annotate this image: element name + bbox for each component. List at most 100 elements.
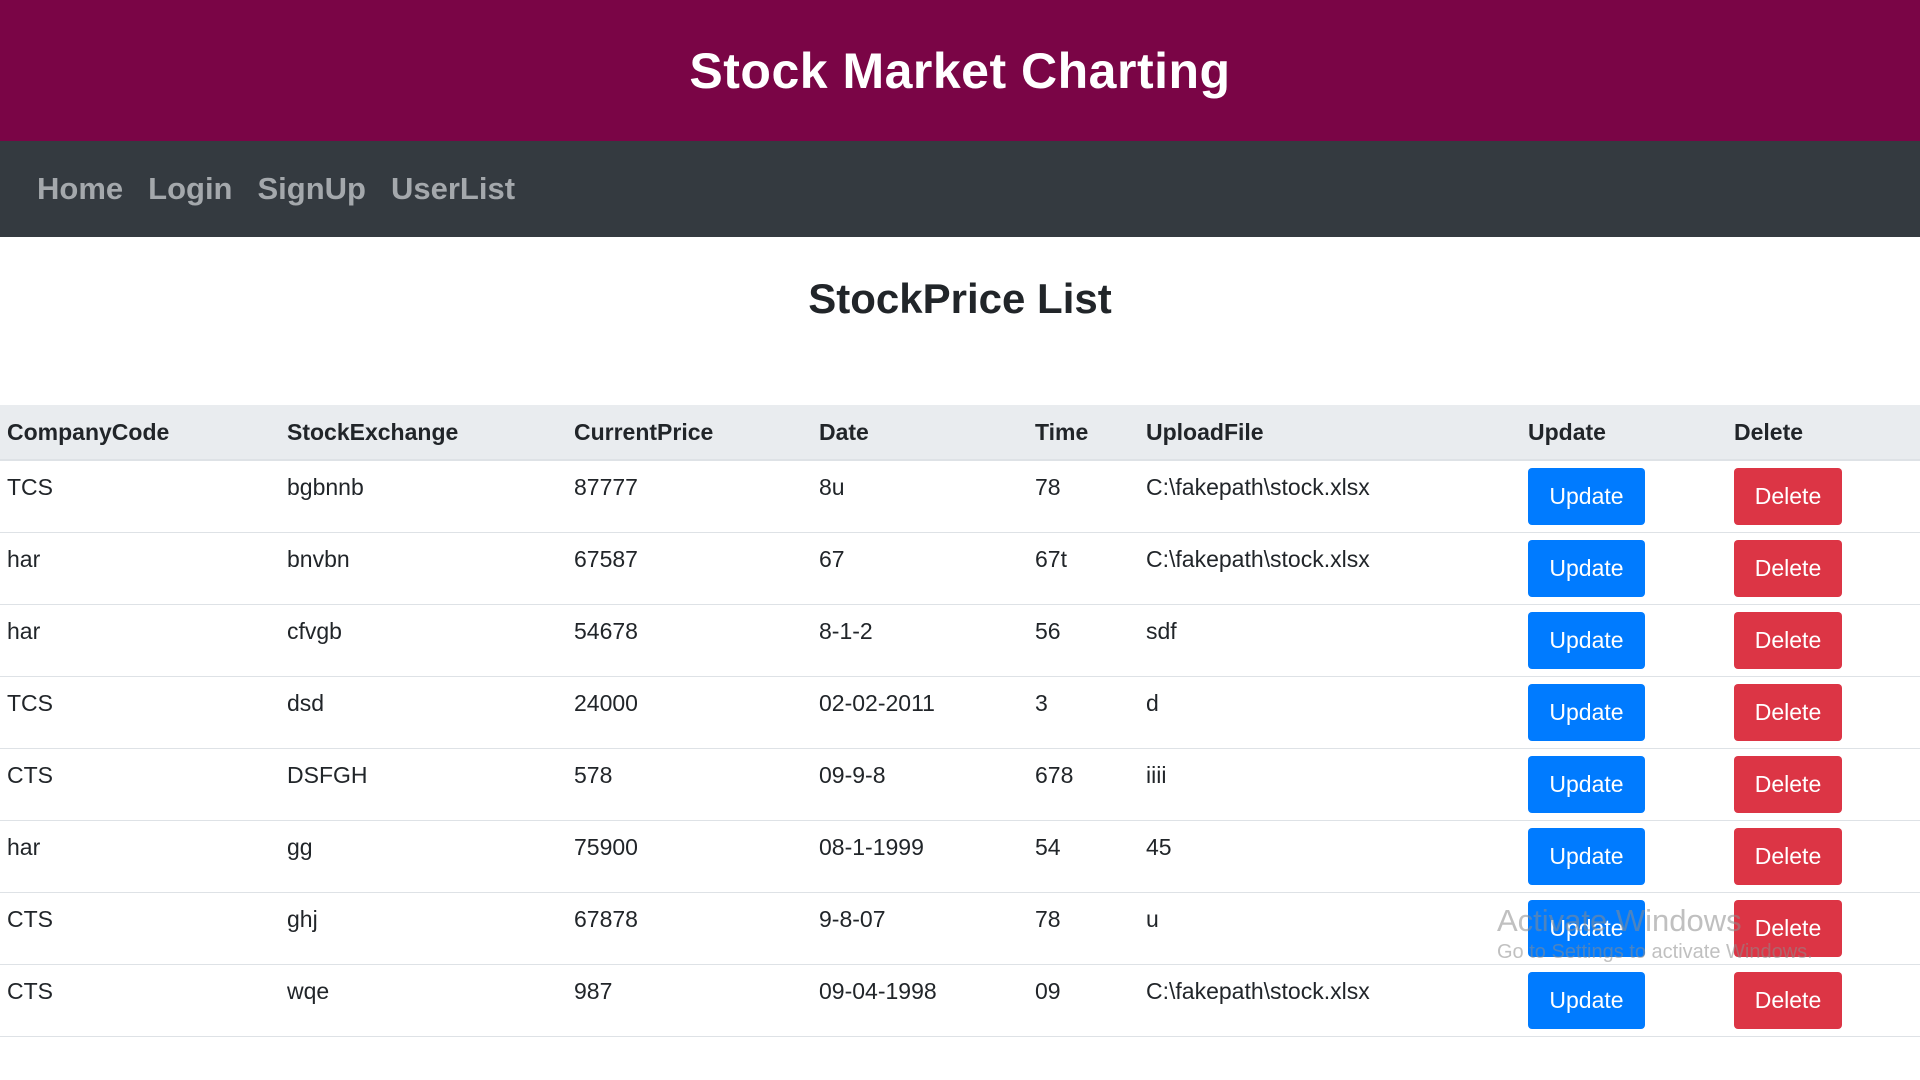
cell-uploadfile: u [1146,905,1159,932]
cell-companycode: TCS [7,474,53,500]
cell-delete: Delete [1727,676,1920,748]
cell-update: Update [1521,820,1727,892]
cell-companycode: CTS [7,905,53,932]
cell-delete: Delete [1727,532,1920,604]
cell-update: Update [1521,748,1727,820]
delete-button[interactable]: Delete [1734,539,1842,597]
cell-companycode: TCS [7,689,53,716]
cell-delete: Delete [1727,892,1920,964]
cell-currentprice: 24000 [574,689,638,716]
cell-delete: Delete [1727,820,1920,892]
nav-userlist[interactable]: UserList [391,171,515,207]
cell-uploadfile: d [1146,689,1159,716]
table-row: CTS DSFGH 578 09-9-8 678 iiii Update Del… [0,748,1920,820]
cell-time: 67t [1035,545,1067,572]
nav-login[interactable]: Login [148,171,232,207]
cell-companycode: CTS [7,977,53,1004]
table-row: har bnvbn 67587 67 67t C:\fakepath\stock… [0,532,1920,604]
cell-date: 09-9-8 [819,761,886,788]
page-title: StockPrice List [808,275,1112,322]
update-button[interactable]: Update [1528,899,1645,957]
cell-delete: Delete [1727,604,1920,676]
cell-time: 78 [1035,905,1061,932]
cell-time: 54 [1035,833,1061,860]
cell-delete: Delete [1727,748,1920,820]
update-button[interactable]: Update [1528,827,1645,885]
cell-time: 678 [1035,761,1074,788]
column-header-uploadfile: UploadFile [1139,405,1521,461]
cell-uploadfile: C:\fakepath\stock.xlsx [1146,545,1370,572]
table-header-row: CompanyCode StockExchange CurrentPrice D… [0,405,1920,461]
table-body: TCS bgbnnb 87777 8u 78 C:\fakepath\stock… [0,460,1920,1036]
column-header-currentprice: CurrentPrice [567,405,812,461]
cell-stockexchange: bnvbn [287,545,350,572]
cell-date: 9-8-07 [819,905,886,932]
delete-button[interactable]: Delete [1734,971,1842,1029]
cell-currentprice: 987 [574,977,613,1004]
update-button[interactable]: Update [1528,611,1645,669]
cell-time: 78 [1035,474,1061,500]
cell-stockexchange: DSFGH [287,761,368,788]
cell-time: 3 [1035,689,1048,716]
cell-delete: Delete [1727,964,1920,1036]
cell-currentprice: 54678 [574,617,638,644]
table-row: CTS ghj 67878 9-8-07 78 u Update Delete [0,892,1920,964]
cell-currentprice: 578 [574,761,613,788]
update-button[interactable]: Update [1528,539,1645,597]
cell-time: 09 [1035,977,1061,1004]
cell-update: Update [1521,676,1727,748]
cell-delete: Delete [1727,460,1920,532]
stockprice-table-container: CompanyCode StockExchange CurrentPrice D… [0,405,1920,1037]
table-row: TCS bgbnnb 87777 8u 78 C:\fakepath\stock… [0,460,1920,532]
app-title: Stock Market Charting [689,42,1231,99]
cell-uploadfile: C:\fakepath\stock.xlsx [1146,474,1370,500]
delete-button[interactable]: Delete [1734,611,1842,669]
table-row: har gg 75900 08-1-1999 54 45 Update Dele… [0,820,1920,892]
table-row: har cfvgb 54678 8-1-2 56 sdf Update Dele… [0,604,1920,676]
cell-companycode: har [7,545,41,572]
cell-currentprice: 75900 [574,833,638,860]
update-button[interactable]: Update [1528,971,1645,1029]
column-header-date: Date [812,405,1028,461]
column-header-companycode: CompanyCode [0,405,280,461]
delete-button[interactable]: Delete [1734,683,1842,741]
top-navbar: Home Login SignUp UserList [0,141,1920,237]
cell-time: 56 [1035,617,1061,644]
stockprice-table: CompanyCode StockExchange CurrentPrice D… [0,405,1920,1037]
column-header-update: Update [1521,405,1727,461]
cell-update: Update [1521,532,1727,604]
cell-date: 67 [819,545,845,572]
cell-stockexchange: wqe [287,977,330,1004]
delete-button[interactable]: Delete [1734,899,1842,957]
table-row: TCS dsd 24000 02-02-2011 3 d Update Dele… [0,676,1920,748]
cell-date: 08-1-1999 [819,833,924,860]
cell-uploadfile: sdf [1146,617,1177,644]
cell-currentprice: 67587 [574,545,638,572]
cell-currentprice: 87777 [574,474,638,500]
nav-home[interactable]: Home [37,171,123,207]
cell-update: Update [1521,892,1727,964]
cell-stockexchange: dsd [287,689,325,716]
delete-button[interactable]: Delete [1734,755,1842,813]
delete-button[interactable]: Delete [1734,468,1842,525]
update-button[interactable]: Update [1528,683,1645,741]
cell-update: Update [1521,964,1727,1036]
cell-currentprice: 67878 [574,905,638,932]
cell-uploadfile: iiii [1146,761,1167,788]
cell-stockexchange: bgbnnb [287,474,364,500]
table-header: CompanyCode StockExchange CurrentPrice D… [0,405,1920,461]
update-button[interactable]: Update [1528,468,1645,525]
cell-date: 09-04-1998 [819,977,937,1004]
nav-signup[interactable]: SignUp [258,171,367,207]
cell-stockexchange: gg [287,833,313,860]
app-banner: Stock Market Charting [0,0,1920,141]
cell-companycode: har [7,617,41,644]
update-button[interactable]: Update [1528,755,1645,813]
column-header-stockexchange: StockExchange [280,405,567,461]
cell-stockexchange: ghj [287,905,318,932]
column-header-delete: Delete [1727,405,1920,461]
cell-date: 8u [819,474,845,500]
cell-stockexchange: cfvgb [287,617,342,644]
delete-button[interactable]: Delete [1734,827,1842,885]
cell-date: 02-02-2011 [819,689,935,716]
